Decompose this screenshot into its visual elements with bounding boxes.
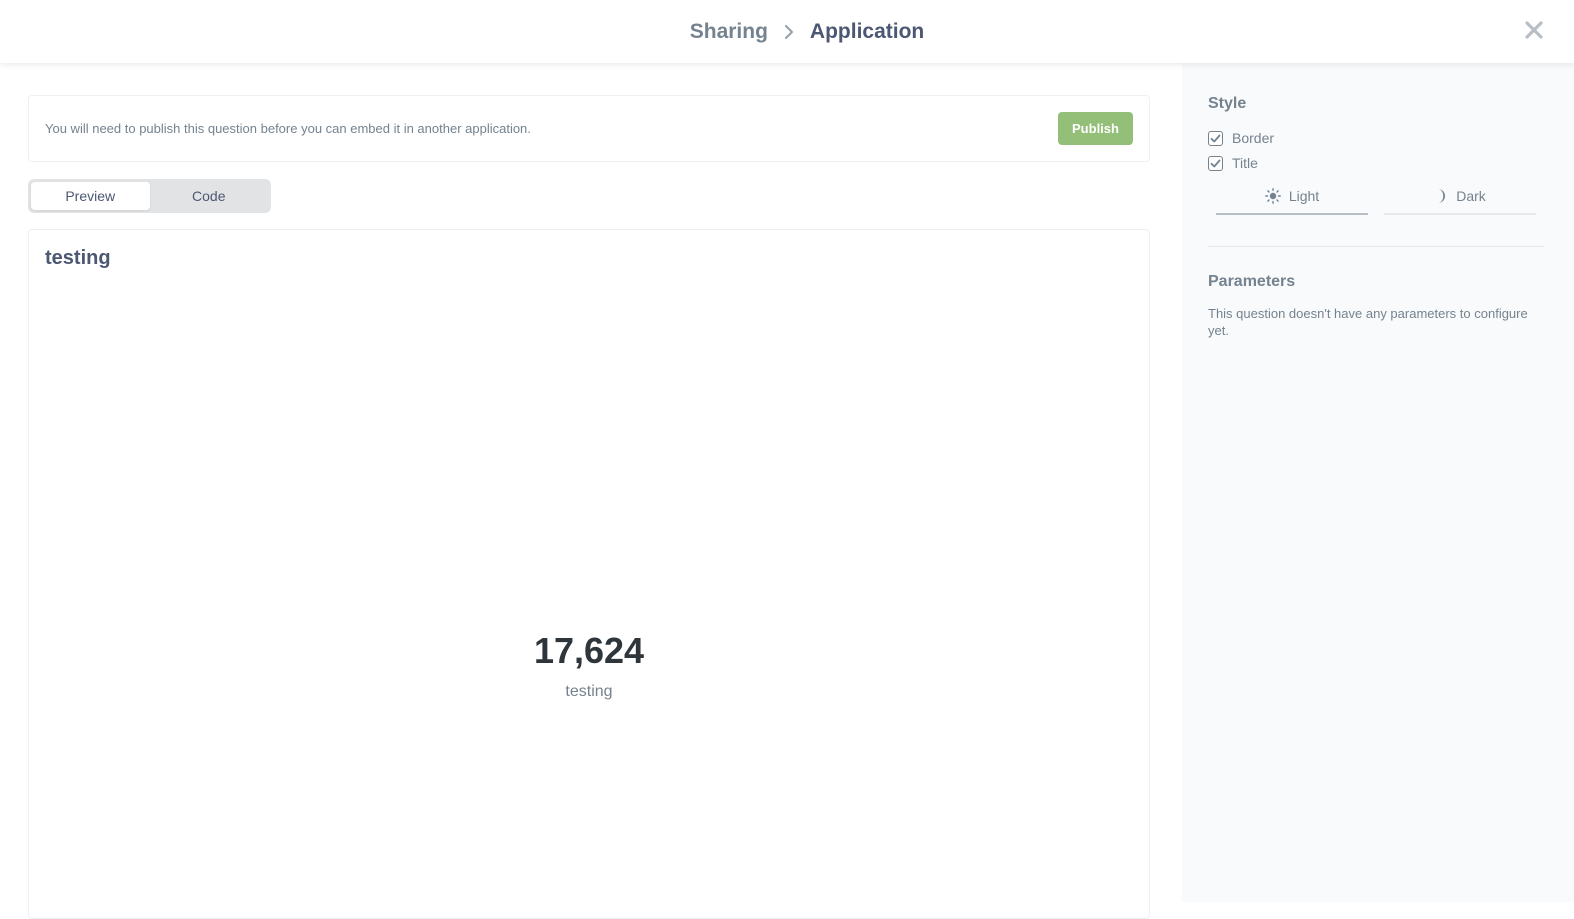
sun-icon: [1264, 187, 1281, 204]
moon-icon: [1438, 188, 1446, 203]
close-button[interactable]: [1520, 16, 1548, 44]
border-label: Border: [1232, 130, 1275, 146]
title-option[interactable]: Title: [1208, 155, 1258, 171]
section-divider: [1208, 246, 1544, 247]
chevron-right-icon: [784, 24, 794, 39]
theme-light-label: Light: [1288, 187, 1320, 204]
tab-code[interactable]: Code: [150, 182, 269, 210]
notice-text: You will need to publish this question b…: [45, 121, 531, 136]
border-option[interactable]: Border: [1208, 130, 1274, 146]
tab-preview[interactable]: Preview: [31, 182, 150, 210]
theme-dark-label: Dark: [1456, 187, 1486, 204]
publish-button[interactable]: Publish: [1058, 112, 1133, 145]
check-icon: [1210, 159, 1221, 167]
style-section-title: Style: [1208, 95, 1247, 112]
embed-preview-card: testing 17,624 testing: [28, 229, 1150, 919]
scalar-value: 17,624: [533, 630, 645, 671]
breadcrumb: Sharing Application: [690, 20, 925, 44]
title-label: Title: [1232, 155, 1258, 171]
border-checkbox[interactable]: [1208, 130, 1223, 146]
main-panel: You will need to publish this question b…: [0, 63, 1182, 919]
theme-tab-dark[interactable]: Dark: [1384, 178, 1536, 215]
card-title: testing: [45, 247, 111, 269]
close-icon: [1525, 21, 1543, 39]
modal-header: Sharing Application: [0, 0, 1574, 63]
title-checkbox[interactable]: [1208, 155, 1223, 171]
preview-code-toggle: Preview Code: [28, 179, 271, 213]
check-icon: [1210, 134, 1221, 142]
breadcrumb-application: Application: [809, 19, 925, 43]
scalar-label: testing: [565, 683, 613, 700]
theme-tab-light[interactable]: Light: [1216, 178, 1368, 215]
breadcrumb-sharing[interactable]: Sharing: [690, 20, 768, 44]
settings-sidebar: Style Border Title Light Dark Parameters…: [1182, 63, 1574, 902]
parameters-section-title: Parameters: [1208, 273, 1296, 290]
theme-tabs: Light Dark: [1216, 178, 1536, 215]
parameters-empty-text: This question doesn't have any parameter…: [1208, 306, 1528, 338]
publish-notice: You will need to publish this question b…: [28, 95, 1150, 162]
